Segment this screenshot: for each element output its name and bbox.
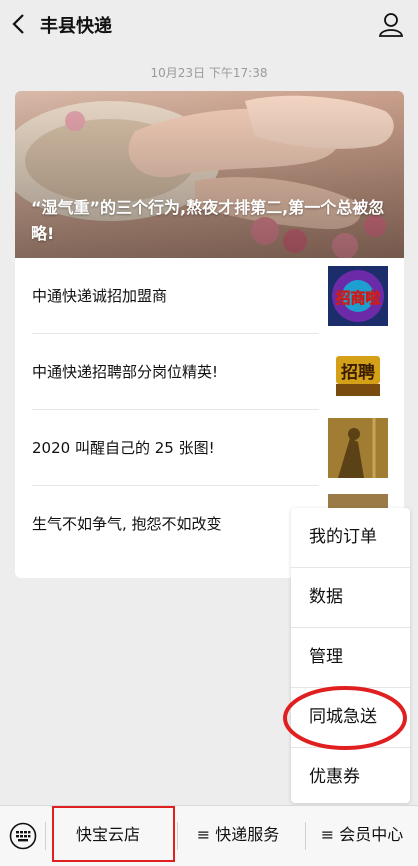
popup-menu: 我的订单 数据 管理 同城急送 优惠券 bbox=[291, 508, 410, 803]
keyboard-icon[interactable] bbox=[9, 822, 37, 850]
tab-member-center[interactable]: ≡ 会员中心 bbox=[306, 806, 418, 866]
article-title: 中通快递诚招加盟商 bbox=[32, 287, 168, 305]
cover-article[interactable]: “湿气重”的三个行为,熬夜才排第二,第一个总被忽略! bbox=[15, 91, 404, 258]
article-item[interactable]: 中通快递招聘部分岗位精英! 招聘 bbox=[15, 334, 404, 410]
chat-header: 丰县快递 bbox=[0, 0, 418, 50]
thumb-text: 招聘 bbox=[341, 362, 375, 383]
bottom-menu-bar: 快宝云店 ≡ 快递服务 ≡ 会员中心 bbox=[0, 805, 418, 866]
article-item[interactable]: 2020 叫醒自己的 25 张图! bbox=[15, 410, 404, 486]
menu-item-manage[interactable]: 管理 bbox=[291, 628, 410, 688]
article-thumbnail: 招商啦 bbox=[328, 266, 388, 326]
cover-title: “湿气重”的三个行为,熬夜才排第二,第一个总被忽略! bbox=[31, 198, 385, 243]
user-icon[interactable] bbox=[378, 11, 404, 37]
tab-kuaibao-store[interactable]: 快宝云店 bbox=[46, 806, 170, 866]
article-card: “湿气重”的三个行为,熬夜才排第二,第一个总被忽略! 中通快递诚招加盟商 招商啦… bbox=[15, 91, 404, 578]
article-thumbnail bbox=[328, 418, 388, 478]
message-timestamp: 10月23日 下午17:38 bbox=[150, 66, 268, 80]
chevron-left-icon[interactable] bbox=[8, 10, 32, 38]
article-title: 生气不如争气, 抱怨不如改变 bbox=[32, 515, 222, 533]
menu-item-data[interactable]: 数据 bbox=[291, 568, 410, 628]
page-title: 丰县快递 bbox=[40, 16, 112, 37]
article-thumbnail: 招聘 bbox=[328, 342, 388, 402]
article-title: 中通快递招聘部分岗位精英! bbox=[32, 363, 219, 381]
menu-item-my-orders[interactable]: 我的订单 bbox=[291, 508, 410, 568]
article-item[interactable]: 中通快递诚招加盟商 招商啦 bbox=[15, 258, 404, 334]
menu-item-same-city-express[interactable]: 同城急送 bbox=[291, 688, 410, 748]
article-title: 2020 叫醒自己的 25 张图! bbox=[32, 439, 215, 457]
menu-item-coupons[interactable]: 优惠券 bbox=[291, 748, 410, 807]
thumb-text: 招商啦 bbox=[335, 289, 380, 307]
tab-express-service[interactable]: ≡ 快递服务 bbox=[178, 806, 298, 866]
